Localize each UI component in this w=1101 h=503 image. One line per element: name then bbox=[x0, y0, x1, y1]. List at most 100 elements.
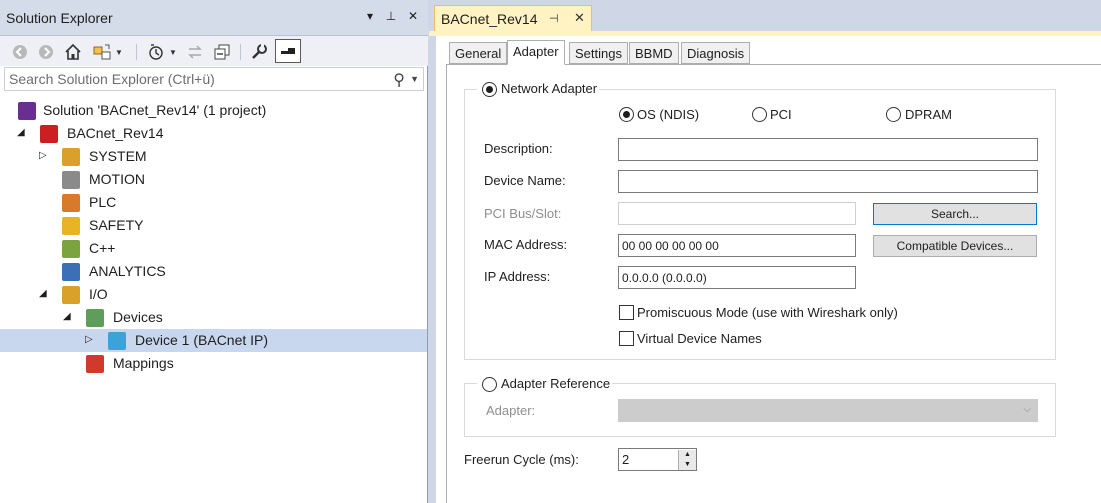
virtual-device-names-label: Virtual Device Names bbox=[637, 331, 762, 346]
analytics-icon bbox=[62, 263, 80, 281]
tree-item[interactable]: ◢ BACnet_Rev14 bbox=[0, 122, 427, 145]
io-icon bbox=[62, 286, 80, 304]
tab-settings[interactable]: Settings bbox=[569, 42, 628, 64]
solution-explorer-titlebar: Solution Explorer ▾ ⊥ ✕ bbox=[0, 0, 428, 36]
document-tab-title: BACnet_Rev14 bbox=[441, 11, 538, 27]
collapse-icon[interactable]: ◢ bbox=[39, 289, 49, 299]
tree-item[interactable]: Solution 'BACnet_Rev14' (1 project) bbox=[0, 99, 427, 122]
tree-item[interactable]: C++ bbox=[0, 237, 427, 260]
description-field[interactable] bbox=[618, 138, 1038, 161]
collapse-icon[interactable]: ◢ bbox=[17, 128, 27, 138]
mac-address-field[interactable] bbox=[618, 234, 856, 257]
collapse-icon[interactable]: ◢ bbox=[63, 312, 73, 322]
search-input[interactable] bbox=[9, 71, 379, 87]
pci-label: PCI bbox=[770, 107, 792, 122]
filter-dropdown-icon[interactable]: ▼ bbox=[168, 42, 178, 62]
solution-explorer-toolbar: ▼ ▼ bbox=[0, 36, 428, 66]
description-label: Description: bbox=[484, 141, 553, 156]
tree-item-label: PLC bbox=[89, 194, 117, 210]
home-icon[interactable] bbox=[63, 42, 83, 62]
project-icon bbox=[40, 125, 58, 143]
dpram-radio[interactable] bbox=[886, 107, 901, 122]
tree-item-label: MOTION bbox=[89, 171, 145, 187]
adapter-reference-label: Adapter Reference bbox=[477, 376, 613, 391]
window-position-dropdown-icon[interactable]: ▾ bbox=[363, 9, 377, 23]
cpp-icon bbox=[62, 240, 80, 258]
solution-icon bbox=[18, 102, 36, 120]
tree-item-label: Solution 'BACnet_Rev14' (1 project) bbox=[43, 102, 267, 118]
tree-item[interactable]: ▷ SYSTEM bbox=[0, 145, 427, 168]
tree-item-label: I/O bbox=[89, 286, 108, 302]
tree-item[interactable]: SAFETY bbox=[0, 214, 427, 237]
auto-hide-pin-icon[interactable]: ⊥ bbox=[384, 9, 398, 23]
tree-item[interactable]: MOTION bbox=[0, 168, 427, 191]
search-button[interactable]: Search... bbox=[873, 203, 1037, 225]
tree-item-label: Device 1 (BACnet IP) bbox=[135, 332, 269, 348]
tab-general[interactable]: General bbox=[449, 42, 508, 64]
close-icon[interactable]: ✕ bbox=[406, 9, 420, 23]
tree-item-label: SAFETY bbox=[89, 217, 144, 233]
search-icon[interactable]: ⚲ bbox=[393, 70, 405, 90]
ip-address-field[interactable] bbox=[618, 266, 856, 289]
solution-explorer-search[interactable]: ⚲ ▼ bbox=[4, 67, 424, 91]
safety-icon bbox=[62, 217, 80, 235]
freerun-cycle-value[interactable]: 2 bbox=[622, 452, 629, 467]
freerun-cycle-label: Freerun Cycle (ms): bbox=[464, 452, 579, 467]
sync-with-document-icon[interactable] bbox=[185, 42, 205, 62]
pci-radio[interactable] bbox=[752, 107, 767, 122]
tree-item[interactable]: ◢ I/O bbox=[0, 283, 427, 306]
close-tab-icon[interactable]: ✕ bbox=[574, 10, 585, 26]
mappings-icon bbox=[86, 355, 104, 373]
os-ndis-radio[interactable] bbox=[619, 107, 634, 122]
tree-item[interactable]: ANALYTICS bbox=[0, 260, 427, 283]
switch-views-icon[interactable] bbox=[92, 42, 112, 62]
adapter-label: Adapter: bbox=[486, 403, 536, 418]
plc-icon bbox=[62, 194, 80, 212]
tree-item-label: Mappings bbox=[113, 355, 174, 371]
os-ndis-label: OS (NDIS) bbox=[637, 107, 700, 122]
expand-icon[interactable]: ▷ bbox=[85, 335, 95, 345]
collapse-all-icon[interactable] bbox=[212, 42, 232, 62]
search-options-dropdown-icon[interactable]: ▼ bbox=[410, 74, 419, 84]
network-adapter-radio-front[interactable] bbox=[482, 82, 497, 97]
solution-explorer-title: Solution Explorer bbox=[6, 10, 113, 26]
adapter-combo: ⌵ bbox=[618, 399, 1038, 422]
switch-views-dropdown-icon[interactable]: ▼ bbox=[114, 42, 124, 62]
tree-item[interactable]: ◢ Devices bbox=[0, 306, 427, 329]
tree-item-label: BACnet_Rev14 bbox=[67, 125, 164, 141]
devices-icon bbox=[86, 309, 104, 327]
motion-icon bbox=[62, 171, 80, 189]
compatible-devices-button[interactable]: Compatible Devices... bbox=[873, 235, 1037, 257]
virtual-device-names-checkbox[interactable] bbox=[619, 331, 634, 346]
tab-adapter[interactable]: Adapter bbox=[507, 40, 565, 65]
tab-bbmd[interactable]: BBMD bbox=[629, 42, 679, 64]
ip-address-label: IP Address: bbox=[484, 269, 551, 284]
pin-tab-icon[interactable]: ⊣ bbox=[549, 12, 559, 25]
mac-address-label: MAC Address: bbox=[484, 237, 568, 252]
forward-icon[interactable] bbox=[36, 42, 56, 62]
device-name-field[interactable] bbox=[618, 170, 1038, 193]
adapter-reference-radio[interactable] bbox=[482, 377, 497, 392]
properties-wrench-icon[interactable] bbox=[249, 42, 269, 62]
tab-diagnosis[interactable]: Diagnosis bbox=[681, 42, 751, 64]
freerun-cycle-spinner[interactable]: 2 ▲ ▼ bbox=[618, 448, 697, 471]
promiscuous-mode-checkbox[interactable] bbox=[619, 305, 634, 320]
tree-item[interactable]: PLC bbox=[0, 191, 427, 214]
spin-up-icon[interactable]: ▲ bbox=[678, 450, 696, 460]
tree-item-label: SYSTEM bbox=[89, 148, 147, 164]
pending-changes-filter-icon[interactable] bbox=[146, 42, 166, 62]
spin-down-icon[interactable]: ▼ bbox=[678, 460, 696, 470]
solution-explorer-panel: Solution Explorer ▾ ⊥ ✕ ▼ ▼ Search Solut… bbox=[0, 0, 428, 503]
back-icon[interactable] bbox=[10, 42, 30, 62]
tree-item-label: ANALYTICS bbox=[89, 263, 166, 279]
document-tab-bacnet[interactable]: BACnet_Rev14 ⊣ ✕ bbox=[434, 5, 592, 32]
pci-bus-slot-label: PCI Bus/Slot: bbox=[484, 206, 562, 221]
expand-icon[interactable]: ▷ bbox=[39, 151, 49, 161]
bacnet-icon bbox=[108, 332, 126, 350]
tree-item[interactable]: Mappings bbox=[0, 352, 427, 375]
dpram-label: DPRAM bbox=[905, 107, 952, 122]
tree-item[interactable]: ▷ Device 1 (BACnet IP) bbox=[0, 329, 427, 352]
tree-item-label: C++ bbox=[89, 240, 116, 256]
preview-selected-items-icon[interactable] bbox=[275, 39, 301, 63]
tree-item-label: Devices bbox=[113, 309, 163, 325]
